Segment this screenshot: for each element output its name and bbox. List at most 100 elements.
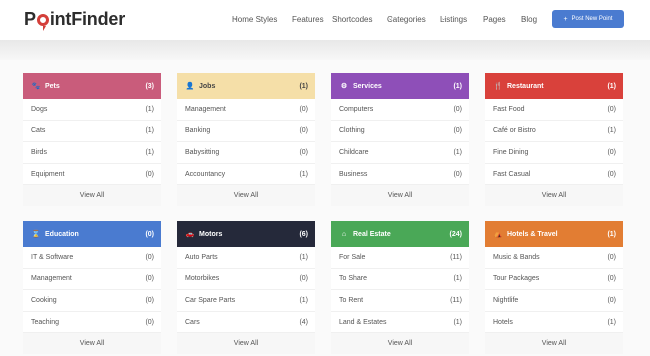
subcategory-item[interactable]: Cats (1) bbox=[23, 121, 161, 143]
subcategory-item[interactable]: Management (0) bbox=[23, 269, 161, 291]
subcategory-item[interactable]: Cooking (0) bbox=[23, 290, 161, 312]
view-all-link[interactable]: View All bbox=[485, 333, 623, 355]
view-all-link[interactable]: View All bbox=[177, 333, 315, 355]
subcategory-item[interactable]: Fast Food (0) bbox=[485, 99, 623, 121]
subcategory-name: Fast Food bbox=[493, 105, 525, 113]
subcategory-item[interactable]: For Sale (11) bbox=[331, 247, 469, 269]
subcategory-count: (0) bbox=[299, 127, 308, 135]
view-all-link[interactable]: View All bbox=[23, 185, 161, 207]
subcategory-count: (0) bbox=[299, 148, 308, 156]
category-title: Motors bbox=[199, 230, 223, 238]
category-count: (1) bbox=[607, 82, 616, 90]
subcategory-count: (1) bbox=[453, 275, 462, 283]
view-all-link[interactable]: View All bbox=[331, 185, 469, 207]
subcategory-count: (1) bbox=[145, 105, 154, 113]
category-header[interactable]: ⛺ Hotels & Travel (1) bbox=[485, 221, 623, 247]
subcategory-item[interactable]: Auto Parts (1) bbox=[177, 247, 315, 269]
view-all-link[interactable]: View All bbox=[485, 185, 623, 207]
top-navigation-bar: PintFinder Home Styles ⌄ Features Shortco… bbox=[0, 0, 650, 40]
paw-icon: 🐾 bbox=[31, 83, 41, 90]
subcategory-count: (0) bbox=[453, 105, 462, 113]
subcategory-item[interactable]: Fine Dining (0) bbox=[485, 142, 623, 164]
category-header[interactable]: ⚙ Services (1) bbox=[331, 73, 469, 99]
subcategory-item[interactable]: Birds (1) bbox=[23, 142, 161, 164]
subcategory-count: (0) bbox=[607, 170, 616, 178]
subcategory-item[interactable]: Land & Estates (1) bbox=[331, 312, 469, 334]
subcategory-count: (0) bbox=[145, 253, 154, 261]
cutlery-icon: 🍴 bbox=[493, 83, 503, 90]
chevron-down-icon: ⌄ bbox=[522, 16, 528, 22]
subcategory-count: (0) bbox=[607, 148, 616, 156]
subcategory-count: (1) bbox=[299, 296, 308, 304]
chevron-down-icon: ⌄ bbox=[388, 16, 394, 22]
category-title: Real Estate bbox=[353, 230, 391, 238]
subcategory-count: (0) bbox=[145, 318, 154, 326]
subcategory-item[interactable]: To Share (1) bbox=[331, 269, 469, 291]
category-title: Jobs bbox=[199, 82, 216, 90]
category-header[interactable]: 🐾 Pets (3) bbox=[23, 73, 161, 99]
chevron-down-icon: ⌄ bbox=[333, 16, 339, 22]
subcategory-count: (0) bbox=[607, 275, 616, 283]
subcategory-item[interactable]: Motorbikes (0) bbox=[177, 269, 315, 291]
subcategory-item[interactable]: Banking (0) bbox=[177, 121, 315, 143]
post-new-point-button[interactable]: + Post New Point bbox=[552, 10, 624, 28]
category-count: (24) bbox=[449, 230, 462, 238]
subcategory-name: Tour Packages bbox=[493, 275, 540, 283]
subcategory-item[interactable]: Babysitting (0) bbox=[177, 142, 315, 164]
subcategory-item[interactable]: Café or Bistro (1) bbox=[485, 121, 623, 143]
category-header[interactable]: 🍴 Restaurant (1) bbox=[485, 73, 623, 99]
subcategory-item[interactable]: Dogs (1) bbox=[23, 99, 161, 121]
subcategory-item[interactable]: Music & Bands (0) bbox=[485, 247, 623, 269]
category-header[interactable]: 🚗 Motors (6) bbox=[177, 221, 315, 247]
subcategory-item[interactable]: Tour Packages (0) bbox=[485, 269, 623, 291]
subcategory-name: Music & Bands bbox=[493, 253, 540, 261]
subcategory-name: Business bbox=[339, 170, 368, 178]
subcategory-name: To Rent bbox=[339, 296, 364, 304]
subcategory-item[interactable]: Hotels (1) bbox=[485, 312, 623, 334]
category-title: Pets bbox=[45, 82, 60, 90]
subcategory-name: Café or Bistro bbox=[493, 127, 536, 135]
subcategory-name: Childcare bbox=[339, 148, 369, 156]
subcategory-item[interactable]: Management (0) bbox=[177, 99, 315, 121]
subcategory-item[interactable]: Teaching (0) bbox=[23, 312, 161, 334]
category-header[interactable]: ⌂ Real Estate (24) bbox=[331, 221, 469, 247]
subcategory-item[interactable]: Fast Casual (0) bbox=[485, 164, 623, 186]
category-header[interactable]: 👤 Jobs (1) bbox=[177, 73, 315, 99]
subcategory-count: (0) bbox=[145, 296, 154, 304]
category-count: (1) bbox=[299, 82, 308, 90]
subcategory-item[interactable]: To Rent (11) bbox=[331, 290, 469, 312]
subcategory-name: Computers bbox=[339, 105, 374, 113]
category-count: (1) bbox=[607, 230, 616, 238]
subcategory-name: Cars bbox=[185, 318, 200, 326]
subcategory-count: (0) bbox=[299, 105, 308, 113]
subcategory-count: (0) bbox=[453, 170, 462, 178]
category-card-pets: 🐾 Pets (3) Dogs (1) Cats (1) Birds (1) Equipment (… bbox=[23, 73, 161, 207]
subcategory-item[interactable]: Business (0) bbox=[331, 164, 469, 186]
subcategory-count: (1) bbox=[607, 127, 616, 135]
category-card-education: ⌛ Education (0) IT & Software (0) Management (… bbox=[23, 221, 161, 355]
chevron-down-icon: ⌄ bbox=[441, 16, 447, 22]
subcategory-item[interactable]: IT & Software (0) bbox=[23, 247, 161, 269]
site-logo[interactable]: PintFinder bbox=[24, 9, 125, 31]
view-all-link[interactable]: View All bbox=[331, 333, 469, 355]
subcategory-item[interactable]: Nightlife (0) bbox=[485, 290, 623, 312]
view-all-link[interactable]: View All bbox=[23, 333, 161, 355]
subcategory-item[interactable]: Accountancy (1) bbox=[177, 164, 315, 186]
category-count: (6) bbox=[299, 230, 308, 238]
category-title: Services bbox=[353, 82, 382, 90]
subcategory-count: (4) bbox=[299, 318, 308, 326]
category-header[interactable]: ⌛ Education (0) bbox=[23, 221, 161, 247]
subcategory-name: Fine Dining bbox=[493, 148, 529, 156]
view-all-link[interactable]: View All bbox=[177, 185, 315, 207]
category-card-hotels-travel: ⛺ Hotels & Travel (1) Music & Bands (0) Tour … bbox=[485, 221, 623, 355]
subcategory-name: Car Spare Parts bbox=[185, 296, 236, 304]
subcategory-item[interactable]: Car Spare Parts (1) bbox=[177, 290, 315, 312]
subcategory-item[interactable]: Computers (0) bbox=[331, 99, 469, 121]
chevron-down-icon: ⌄ bbox=[484, 16, 490, 22]
subcategory-item[interactable]: Clothing (0) bbox=[331, 121, 469, 143]
subcategory-item[interactable]: Childcare (1) bbox=[331, 142, 469, 164]
header-shadow-band bbox=[0, 40, 650, 60]
subcategory-item[interactable]: Equipment (0) bbox=[23, 164, 161, 186]
chevron-down-icon: ⌄ bbox=[233, 16, 239, 22]
subcategory-item[interactable]: Cars (4) bbox=[177, 312, 315, 334]
